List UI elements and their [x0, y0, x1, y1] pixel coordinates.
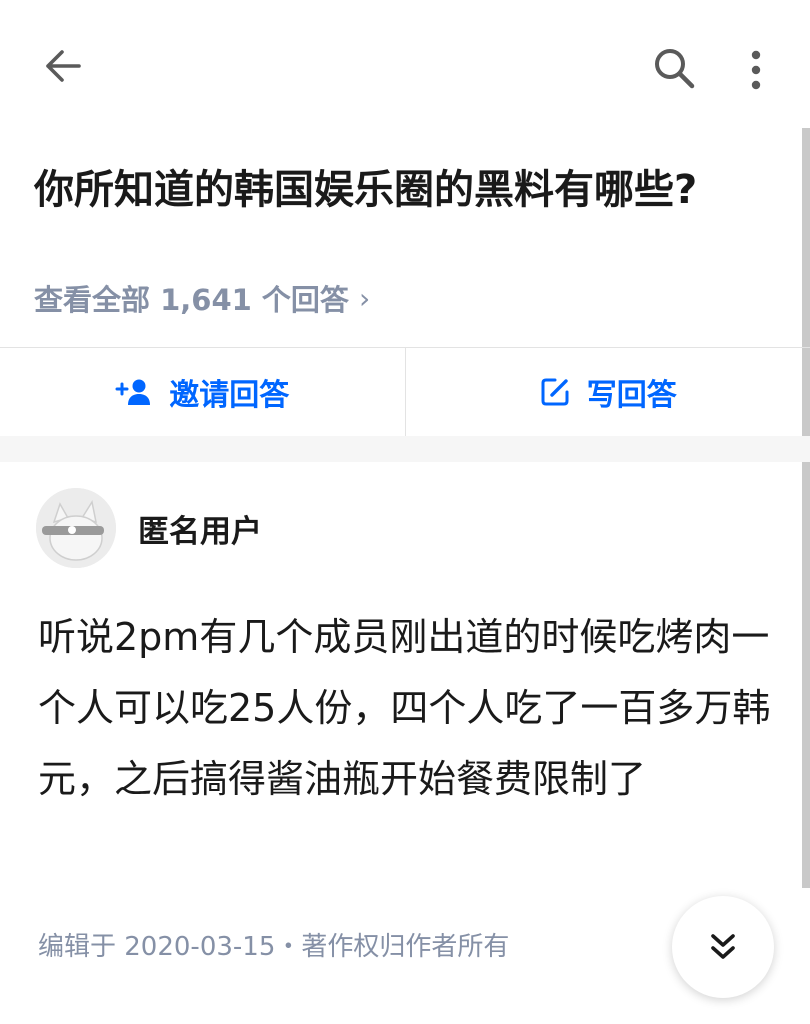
avatar[interactable]: [36, 488, 116, 568]
view-all-answers-label: 查看全部 1,641 个回答: [34, 283, 349, 317]
top-bar: [0, 0, 810, 130]
write-answer-label: 写回答: [586, 378, 677, 413]
answer-author[interactable]: 匿名用户: [36, 488, 262, 568]
answer-meta: 编辑于 2020-03-15・著作权归作者所有: [38, 932, 510, 962]
more-button[interactable]: [730, 38, 782, 102]
author-name[interactable]: 匿名用户: [138, 506, 262, 551]
invite-answer-button[interactable]: 邀请回答: [0, 348, 405, 436]
arrow-left-icon: [46, 50, 81, 82]
expand-button[interactable]: [672, 896, 774, 998]
write-answer-button[interactable]: 写回答: [406, 348, 810, 436]
search-icon: [655, 49, 695, 89]
add-user-icon: [115, 379, 151, 405]
invite-answer-label: 邀请回答: [169, 378, 290, 413]
anonymous-avatar-icon: [36, 488, 116, 568]
double-chevron-down-icon: [711, 934, 735, 959]
question-actions: 邀请回答 写回答: [0, 348, 810, 436]
section-gap: [0, 436, 810, 462]
back-button[interactable]: [30, 38, 94, 94]
edit-icon: [541, 378, 569, 406]
question-title[interactable]: 你所知道的韩国娱乐圈的黑料有哪些?: [34, 158, 794, 222]
answer-body[interactable]: 听说2pm有几个成员刚出道的时候吃烤肉一个人可以吃25人份，四个人吃了一百多万韩…: [38, 602, 778, 815]
search-button[interactable]: [640, 38, 708, 98]
scrollbar[interactable]: [802, 128, 810, 888]
view-all-answers-link[interactable]: 查看全部 1,641 个回答 ›: [34, 276, 370, 320]
chevron-right-icon: ›: [358, 281, 371, 315]
more-vertical-icon: [751, 50, 761, 90]
